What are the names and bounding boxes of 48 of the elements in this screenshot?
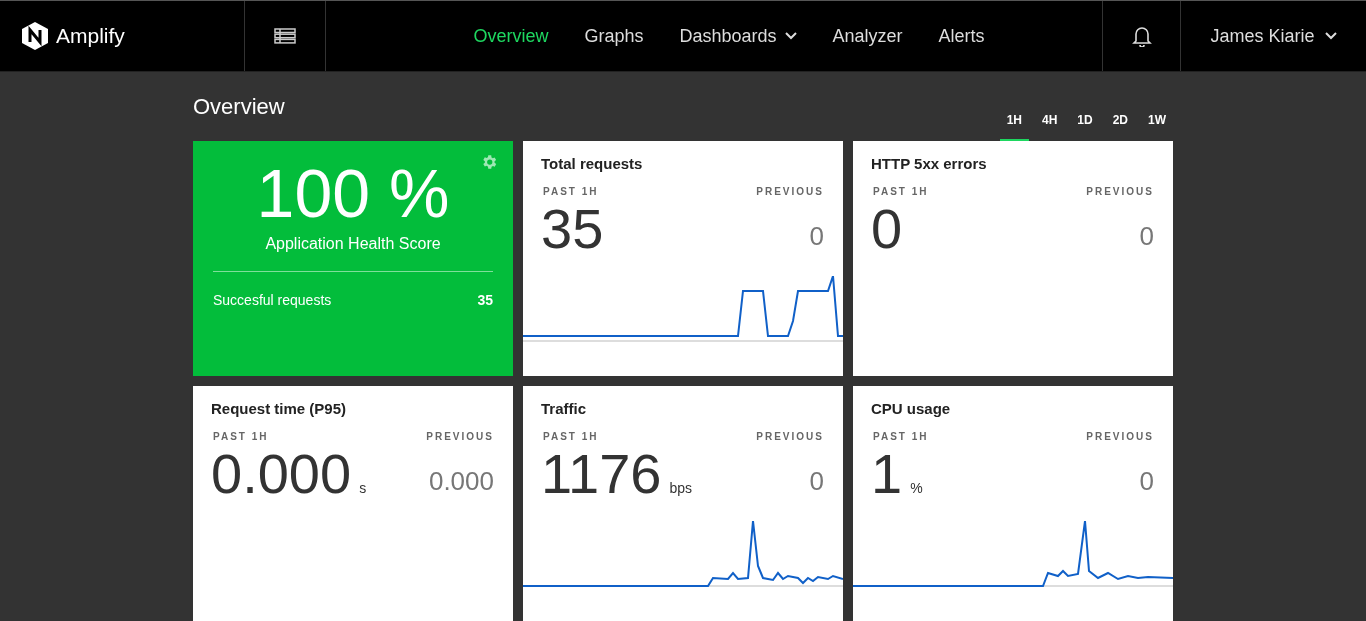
card-title: HTTP 5xx errors <box>870 154 988 172</box>
metric-value: 35 <box>541 197 604 261</box>
unit-label: bps <box>669 480 692 496</box>
period-label: PAST 1H <box>543 186 599 197</box>
metric-value: 0.000 <box>211 442 352 506</box>
nav-tab[interactable]: Analyzer <box>832 25 903 47</box>
previous-label: PREVIOUS <box>756 431 824 442</box>
metric-value: 1176 <box>541 442 662 506</box>
previous-value: 0 <box>1139 466 1154 497</box>
metric-label: Succesful requests <box>213 292 332 308</box>
page-title: Overview <box>193 93 285 120</box>
time-range-tab[interactable]: 2D <box>1105 105 1135 141</box>
period-label: PAST 1H <box>213 431 269 442</box>
chevron-down-icon <box>1324 32 1337 40</box>
metric-value: 35 <box>477 292 493 308</box>
card-title: Request time (P95) <box>210 399 348 417</box>
card-title: Traffic <box>540 399 587 417</box>
list-icon[interactable] <box>274 28 296 44</box>
health-score: 100 % <box>256 155 450 231</box>
time-range-tab[interactable]: 1W <box>1141 105 1173 141</box>
previous-label: PREVIOUS <box>756 186 824 197</box>
brand-name: Amplify <box>56 24 125 48</box>
previous-value: 0 <box>809 221 824 252</box>
nav-tab[interactable]: Graphs <box>584 25 644 47</box>
nav-tab[interactable]: Overview <box>473 25 549 47</box>
unit-label: s <box>359 480 367 496</box>
logo-icon <box>22 22 48 50</box>
metric-value: 1 <box>871 442 903 506</box>
period-label: PAST 1H <box>873 431 929 442</box>
previous-label: PREVIOUS <box>1086 186 1154 197</box>
previous-label: PREVIOUS <box>426 431 494 442</box>
user-menu[interactable]: James Kiarie <box>1181 1 1366 71</box>
previous-value: 0 <box>809 466 824 497</box>
previous-value: 0 <box>1139 221 1154 252</box>
card-title: Total requests <box>540 154 644 172</box>
bell-icon[interactable] <box>1131 25 1152 47</box>
period-label: PAST 1H <box>543 431 599 442</box>
period-label: PAST 1H <box>873 186 929 197</box>
health-score-label: Application Health Score <box>265 235 441 253</box>
unit-label: % <box>910 480 923 496</box>
previous-label: PREVIOUS <box>1086 431 1154 442</box>
time-range-tab[interactable]: 4H <box>1034 105 1065 141</box>
card-title: CPU usage <box>870 399 952 417</box>
time-range-tab[interactable]: 1D <box>1070 105 1100 141</box>
previous-value: 0.000 <box>428 466 494 497</box>
metric-value: 0 <box>871 197 903 261</box>
nav-tab[interactable]: Dashboards <box>679 25 797 47</box>
nav-tab[interactable]: Alerts <box>938 25 985 47</box>
